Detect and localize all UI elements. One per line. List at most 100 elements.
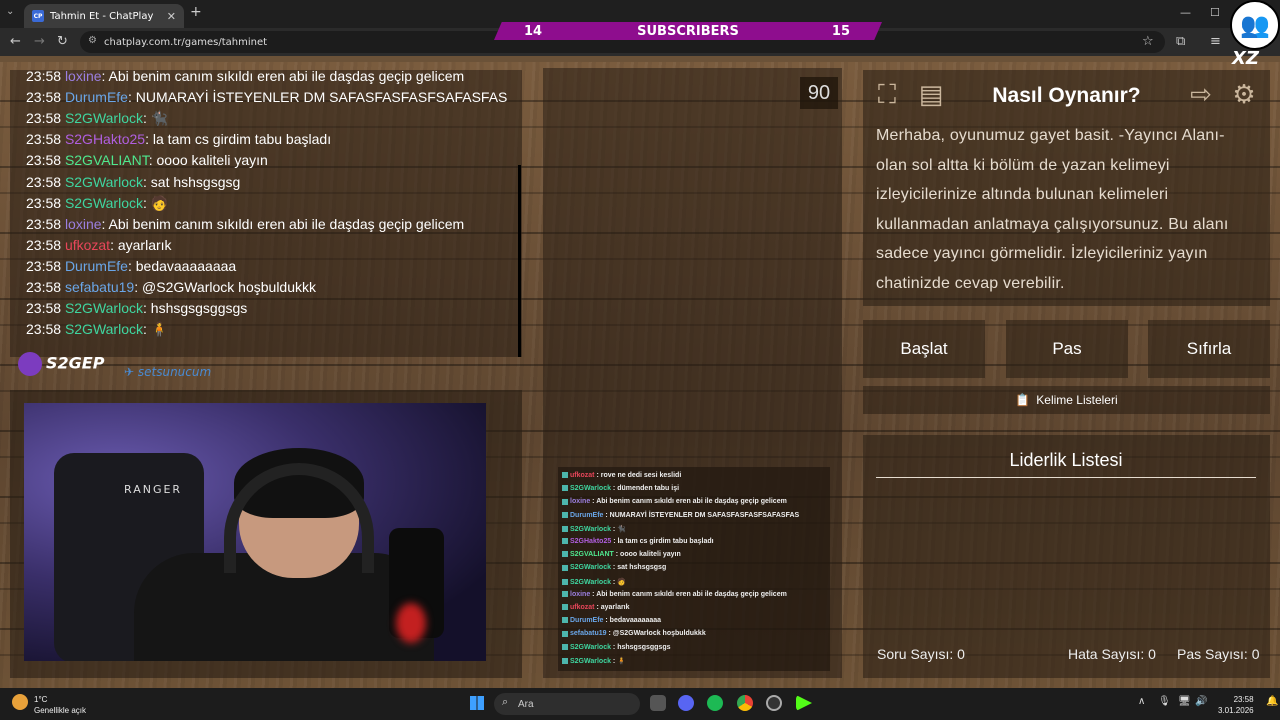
- sponsor-second: setsunucum: [137, 365, 212, 379]
- chat-message: 23:58 ufkozat: ayarlarık: [26, 237, 172, 257]
- chat-username[interactable]: loxine: [65, 216, 102, 232]
- how-to-play-title: Nasıl Oynanır?: [992, 84, 1141, 107]
- start-button[interactable]: Başlat: [863, 320, 985, 378]
- chat-time: 23:58: [26, 257, 65, 274]
- clipboard-icon: 📋: [1015, 393, 1031, 407]
- search-placeholder: Ara: [518, 698, 534, 710]
- tray-expand-icon[interactable]: ∧: [1138, 696, 1145, 707]
- user-badge-icon: [562, 564, 568, 571]
- reload-icon[interactable]: ↻: [57, 34, 68, 49]
- question-count-label: Soru Sayısı:: [877, 646, 954, 662]
- chat-message: 23:58 S2GHakto25: la tam cs girdim tabu …: [26, 131, 331, 151]
- chat-time: 23:58: [26, 173, 65, 190]
- chat-message: 23:58 sefabatu19: @S2GWarlock hoşbuldukk…: [26, 279, 316, 299]
- chat-username[interactable]: S2GWarlock: [65, 300, 143, 316]
- user-badge-icon: [562, 511, 568, 518]
- chat-username[interactable]: S2GHakto25: [65, 131, 145, 147]
- mini-chat-text: : dümenden tabu işi: [610, 485, 680, 493]
- menu-icon[interactable]: ≡: [1210, 34, 1221, 49]
- mini-chat-text: : Abi benim canım sıkıldı eren abi ile d…: [590, 590, 787, 598]
- mini-chat-message: S2GVALIANT : oooo kaliteli yayın: [562, 551, 681, 564]
- stream-chat: 23:58 loxine: Abi benim canım sıkıldı er…: [10, 70, 522, 357]
- tab-search-icon[interactable]: ⌄: [6, 6, 14, 17]
- mini-chat-message: S2GHakto25 : la tam cs girdim tabu başla…: [562, 538, 714, 551]
- minimize-icon[interactable]: —: [1180, 6, 1191, 19]
- chat-username[interactable]: loxine: [65, 70, 102, 84]
- mini-chat-message: loxine : Abi benim canım sıkıldı eren ab…: [562, 498, 787, 511]
- chat-text: : sat hshsgsgsg: [143, 173, 241, 190]
- user-badge-icon: [562, 472, 568, 479]
- mini-chat-message: S2GWarlock : sat hshsgsgsg: [562, 564, 666, 577]
- how-to-play-body: Merhaba, oyunumuz gayet basit. -Yayıncı …: [876, 127, 1229, 292]
- chat-time: 23:58: [26, 152, 65, 169]
- chat-text: : ayarlarık: [110, 236, 172, 253]
- mic-tray-icon[interactable]: 🎙: [1158, 696, 1171, 707]
- pass-button[interactable]: Pas: [1006, 320, 1128, 378]
- chat-text: : NUMARAYİ İSTEYENLER DM SAFASFASFASFSAF…: [127, 89, 508, 106]
- mini-chat-message: S2GWarlock : hshsgsgsggsgs: [562, 644, 671, 657]
- kick-icon[interactable]: [796, 695, 812, 711]
- mini-chat-username: S2GWarlock: [570, 485, 611, 493]
- mini-chat-text: : hshsgsgsggsgs: [610, 643, 671, 651]
- chat-message: 23:58 S2GVALIANT: oooo kaliteli yayın: [26, 152, 268, 172]
- mini-chat-text: : rove ne dedi sesi keslidi: [594, 472, 682, 479]
- forward-icon[interactable]: →: [34, 34, 45, 49]
- question-count: Soru Sayısı: 0: [877, 646, 965, 662]
- chat-username[interactable]: sefabatu19: [65, 279, 134, 295]
- mini-chat-overlay: ufkozat : rove ne dedi sesi keslidi S2GWa…: [558, 467, 830, 671]
- chat-message: 23:58 DurumEfe: NUMARAYİ İSTEYENLER DM S…: [26, 89, 507, 109]
- mini-chat-username: S2GVALIANT: [570, 551, 614, 559]
- chat-username[interactable]: ufkozat: [65, 237, 110, 253]
- chat-username[interactable]: S2GWarlock: [65, 174, 143, 190]
- spotify-icon[interactable]: [707, 695, 723, 711]
- user-badge-icon: [562, 590, 568, 597]
- red-light: [396, 603, 426, 643]
- browser-tab[interactable]: CP Tahmin Et - ChatPlay ✕: [24, 4, 184, 28]
- clock-date: 3.01.2026: [1218, 706, 1254, 715]
- mini-chat-username: S2GWarlock: [570, 578, 611, 586]
- chat-username[interactable]: S2GWarlock: [65, 195, 143, 211]
- chat-time: 23:58: [26, 70, 65, 84]
- mini-chat-text: : 🐈‍⬛: [610, 525, 626, 533]
- system-clock[interactable]: 23:58 3.01.2026: [1218, 694, 1254, 716]
- chat-text: : la tam cs girdim tabu başladı: [145, 131, 332, 148]
- user-badge-icon: [562, 630, 568, 637]
- chat-username[interactable]: S2GWarlock: [65, 321, 143, 337]
- site-info-icon[interactable]: ⚙: [88, 35, 97, 46]
- chat-username[interactable]: S2GWarlock: [65, 110, 143, 126]
- taskbar-search[interactable]: ⌕ Ara: [494, 693, 640, 715]
- chat-username[interactable]: S2GVALIANT: [65, 152, 149, 168]
- volume-icon[interactable]: 🔊: [1195, 696, 1207, 707]
- mini-chat-username: DurumEfe: [570, 617, 604, 625]
- clock-time: 23:58: [1233, 695, 1254, 704]
- windows-start-icon[interactable]: [470, 696, 484, 710]
- chat-time: 23:58: [26, 300, 65, 317]
- reset-button[interactable]: Sıfırla: [1148, 320, 1270, 378]
- chat-username[interactable]: DurumEfe: [65, 89, 128, 105]
- discord-icon[interactable]: [678, 695, 694, 711]
- chat-scrollbar[interactable]: [518, 165, 521, 357]
- error-count-label: Hata Sayısı:: [1068, 646, 1145, 662]
- task-view-icon[interactable]: [650, 695, 666, 711]
- new-tab-icon[interactable]: +: [190, 4, 202, 20]
- notifications-icon[interactable]: 🔔: [1266, 696, 1278, 707]
- back-icon[interactable]: ←: [10, 34, 21, 49]
- mini-chat-message: S2GWarlock : 🐈‍⬛: [562, 525, 626, 538]
- bookmark-star-icon[interactable]: ☆: [1142, 34, 1154, 49]
- mini-chat-text: : sat hshsgsgsg: [610, 564, 667, 572]
- network-icon[interactable]: 🖥: [1178, 696, 1191, 707]
- chrome-icon[interactable]: [737, 695, 753, 711]
- obs-icon[interactable]: [766, 695, 782, 711]
- extensions-icon[interactable]: ⧉: [1176, 34, 1185, 49]
- chat-time: 23:58: [26, 321, 65, 338]
- chat-message: 23:58 S2GWarlock: sat hshsgsgsg: [26, 174, 240, 194]
- chat-username[interactable]: DurumEfe: [65, 258, 128, 274]
- word-lists-button[interactable]: 📋 Kelime Listeleri: [863, 386, 1270, 414]
- weather-desc: Genellikle açık: [34, 706, 87, 715]
- tab-close-icon[interactable]: ✕: [167, 10, 176, 23]
- maximize-icon[interactable]: ☐: [1210, 6, 1220, 19]
- mini-chat-username: S2GHakto25: [570, 538, 612, 545]
- url-text: chatplay.com.tr/games/tahminet: [104, 36, 268, 48]
- subscriber-banner: 14 SUBSCRIBERS 15: [494, 22, 882, 40]
- pass-count-value: 0: [1251, 646, 1260, 662]
